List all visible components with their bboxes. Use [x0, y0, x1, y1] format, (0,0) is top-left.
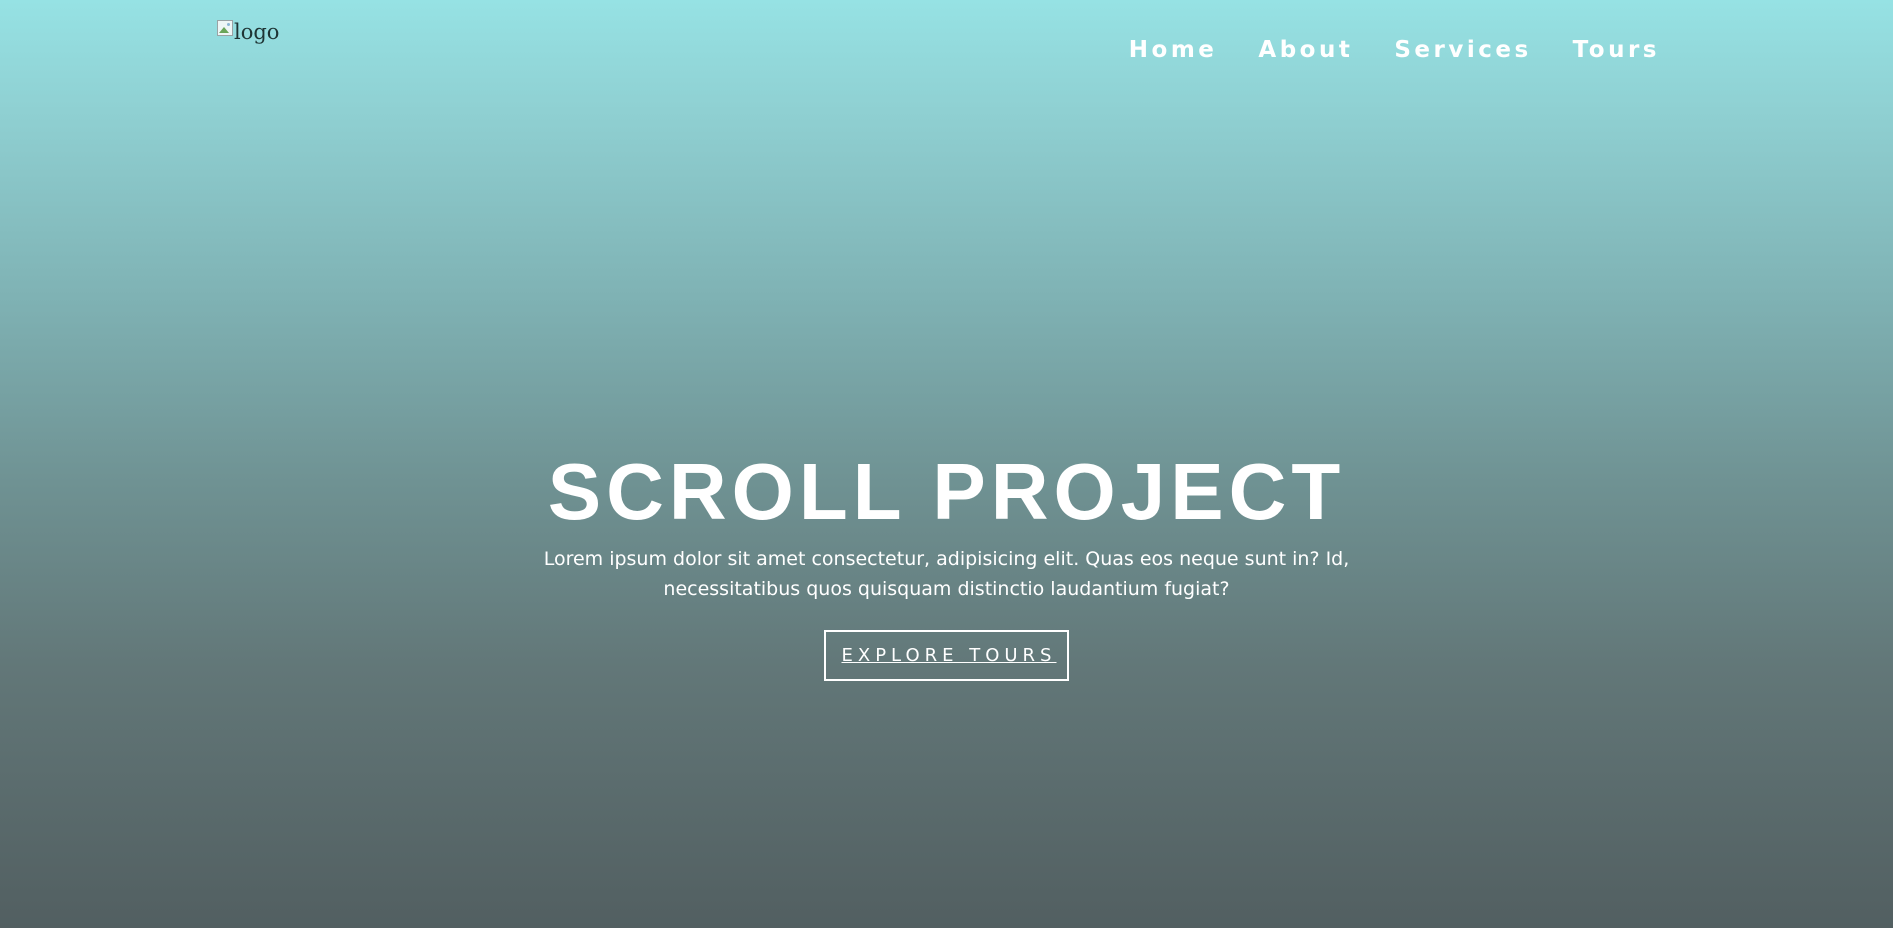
explore-tours-button[interactable]: EXPLORE TOURS	[824, 630, 1069, 681]
nav-item-home: Home	[1129, 33, 1218, 67]
banner-button-wrap: EXPLORE TOURS	[0, 630, 1893, 681]
navbar: logo Home About Services Tours	[0, 0, 1893, 100]
nav-link-home[interactable]: Home	[1129, 37, 1218, 63]
broken-image-icon	[217, 20, 233, 36]
banner: SCROLL PROJECT Lorem ipsum dolor sit ame…	[0, 448, 1893, 681]
nav-item-about: About	[1258, 33, 1353, 67]
logo[interactable]: logo	[217, 18, 279, 46]
hero-section: logo Home About Services Tours SCROLL PR…	[0, 0, 1893, 928]
banner-description: Lorem ipsum dolor sit amet consectetur, …	[543, 548, 1350, 600]
nav-link-tours[interactable]: Tours	[1573, 37, 1660, 63]
nav-item-services: Services	[1394, 33, 1531, 67]
banner-title: SCROLL PROJECT	[547, 447, 1346, 536]
logo-alt-text: logo	[234, 20, 280, 44]
nav-item-tours: Tours	[1573, 33, 1660, 67]
nav-links: Home About Services Tours	[1129, 33, 1660, 67]
nav-link-about[interactable]: About	[1258, 37, 1353, 63]
nav-link-services[interactable]: Services	[1394, 37, 1531, 63]
